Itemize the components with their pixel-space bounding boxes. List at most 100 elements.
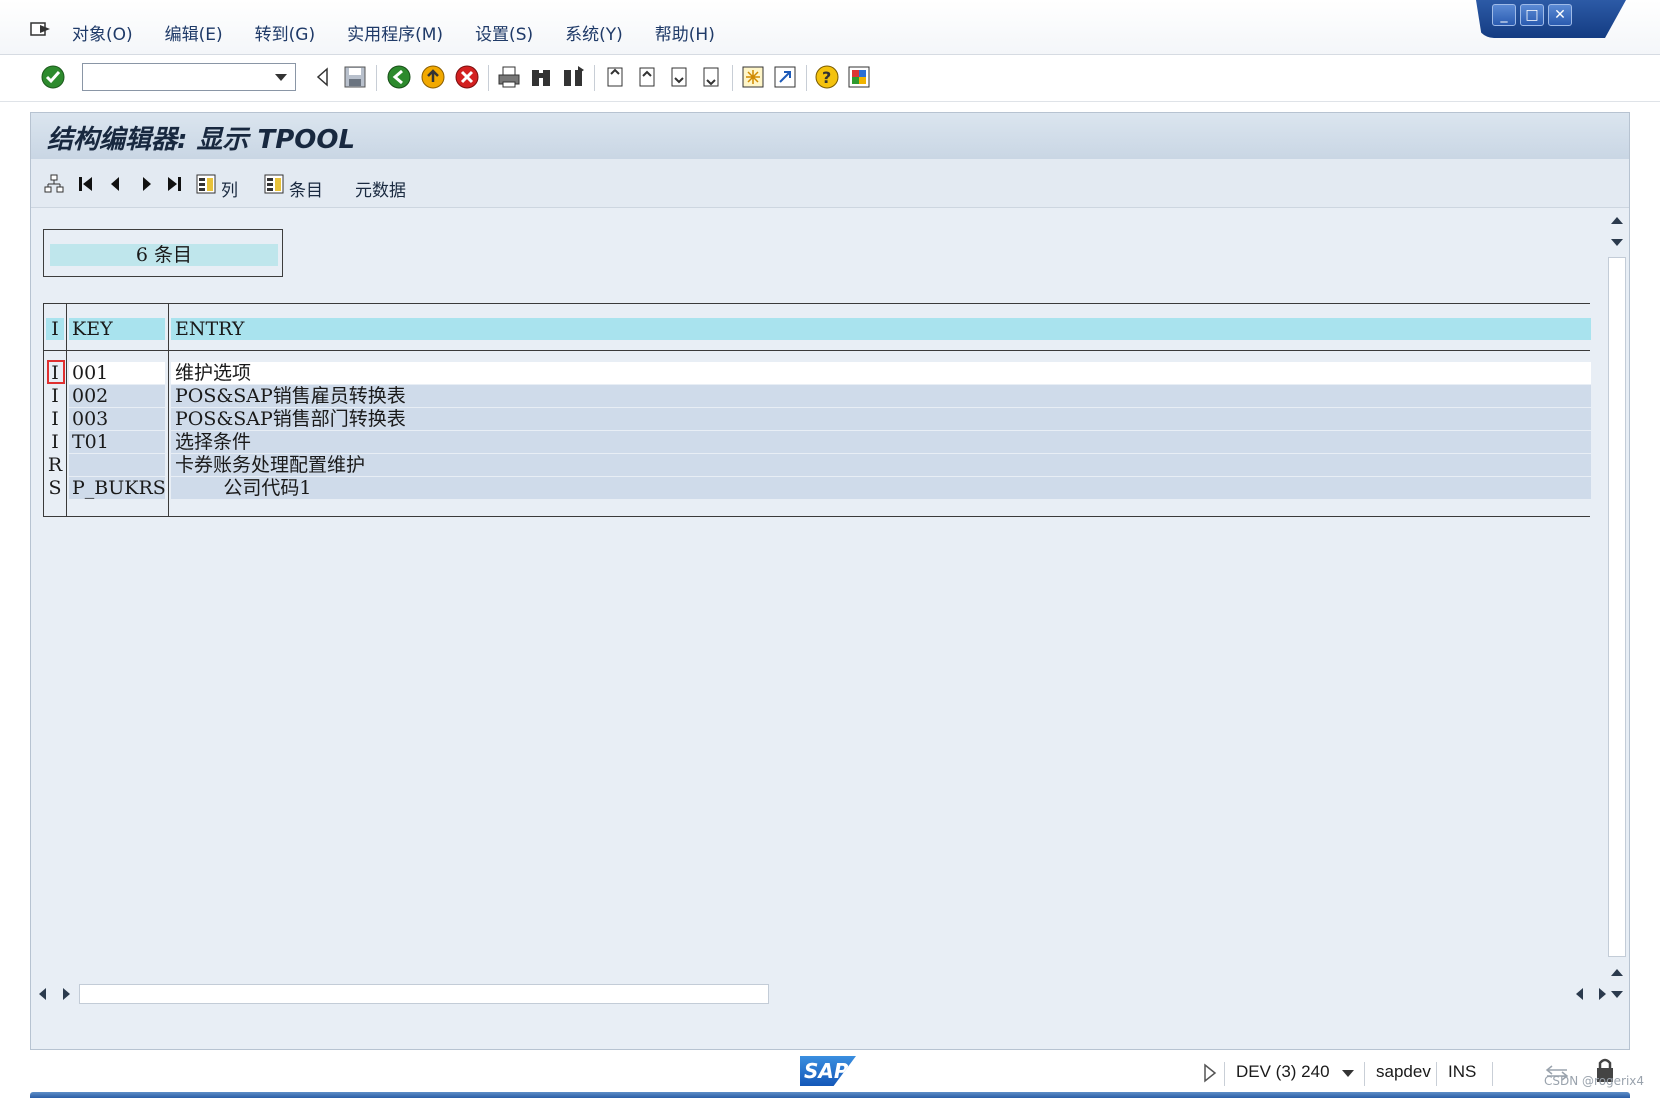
entry-count-box: 6 条目 <box>43 229 283 277</box>
row-entry[interactable]: POS&SAP销售雇员转换表 <box>171 385 1591 407</box>
collapse-left-icon[interactable] <box>310 64 336 90</box>
save-icon[interactable] <box>342 64 368 90</box>
menu-goto[interactable]: 转到(G) <box>255 20 315 45</box>
first-record-icon[interactable] <box>75 173 97 195</box>
row-entry[interactable]: 公司代码1 <box>171 477 1591 499</box>
previous-page-icon[interactable] <box>634 64 660 90</box>
window-controls: _ □ ✕ <box>1476 0 1626 38</box>
entries-icon[interactable] <box>263 173 285 195</box>
command-input[interactable] <box>87 65 271 91</box>
vertical-scroll-thumb[interactable] <box>1608 257 1626 957</box>
header-key[interactable]: KEY <box>69 318 165 340</box>
menu-utilities[interactable]: 实用程序(M) <box>347 20 443 45</box>
next-record-icon[interactable] <box>135 173 157 195</box>
find-icon[interactable] <box>528 64 554 90</box>
new-session-icon[interactable] <box>740 64 766 90</box>
status-separator <box>1436 1062 1437 1086</box>
metadata-button[interactable]: 元数据 <box>355 176 406 201</box>
menu-object[interactable]: 对象(O) <box>72 20 133 45</box>
cancel-icon[interactable] <box>454 64 480 90</box>
status-separator <box>1492 1062 1493 1086</box>
row-id[interactable]: I <box>46 431 64 453</box>
toolbar-separator <box>488 65 489 91</box>
menu-system[interactable]: 系统(Y) <box>565 20 623 45</box>
watermark: CSDN @rogerix4 <box>1544 1074 1645 1088</box>
page-left-icon[interactable] <box>1576 988 1583 1000</box>
status-expand-icon[interactable] <box>1202 1062 1218 1084</box>
hierarchy-icon[interactable] <box>43 173 65 195</box>
row-entry[interactable]: 选择条件 <box>171 431 1591 453</box>
entry-count: 6 条目 <box>50 244 278 266</box>
page-up-icon[interactable] <box>1611 969 1623 976</box>
header-entry[interactable]: ENTRY <box>171 318 1591 340</box>
back-icon[interactable] <box>386 64 412 90</box>
toolbar-separator <box>732 65 733 91</box>
row-id[interactable]: S <box>46 477 64 499</box>
sap-logo: SAP <box>800 1056 856 1086</box>
row-id[interactable]: R <box>46 454 64 476</box>
standard-toolbar: ? <box>0 55 1660 102</box>
status-separator <box>1364 1062 1365 1086</box>
last-record-icon[interactable] <box>163 173 185 195</box>
menu-options-icon[interactable] <box>30 20 52 38</box>
maximize-button[interactable]: □ <box>1520 4 1544 26</box>
row-key[interactable]: P_BUKRS <box>69 477 166 499</box>
chevron-down-icon[interactable] <box>275 74 287 81</box>
system-info[interactable]: DEV (3) 240 <box>1236 1062 1330 1082</box>
row-entry[interactable]: 维护选项 <box>171 362 1591 384</box>
menu-edit[interactable]: 编辑(E) <box>165 20 223 45</box>
scroll-left-icon[interactable] <box>39 988 46 1000</box>
create-shortcut-icon[interactable] <box>772 64 798 90</box>
row-key[interactable]: 002 <box>69 385 165 407</box>
customize-layout-icon[interactable] <box>846 64 872 90</box>
row-key[interactable] <box>69 454 165 476</box>
columns-button[interactable]: 列 <box>221 176 238 201</box>
row-entry[interactable]: 卡券账务处理配置维护 <box>171 454 1591 476</box>
insert-mode[interactable]: INS <box>1448 1062 1476 1082</box>
last-page-icon[interactable] <box>698 64 724 90</box>
row-id[interactable]: I <box>46 408 64 430</box>
page-down-icon[interactable] <box>1611 239 1623 246</box>
help-icon[interactable]: ? <box>814 64 840 90</box>
scroll-up-icon[interactable] <box>1611 217 1623 224</box>
previous-record-icon[interactable] <box>105 173 127 195</box>
menu-help[interactable]: 帮助(H) <box>655 20 715 45</box>
bottom-strip <box>30 1092 1630 1098</box>
chevron-down-icon[interactable] <box>1342 1070 1354 1077</box>
exit-icon[interactable] <box>420 64 446 90</box>
next-page-icon[interactable] <box>666 64 692 90</box>
page-right-icon[interactable] <box>1599 988 1606 1000</box>
vertical-scrollbar[interactable] <box>1606 209 1628 999</box>
scroll-right-icon[interactable] <box>63 988 70 1000</box>
header-id[interactable]: I <box>46 318 64 340</box>
server-name: sapdev <box>1376 1062 1431 1081</box>
command-field[interactable] <box>82 63 296 91</box>
columns-icon[interactable] <box>195 173 217 195</box>
close-window-button[interactable]: ✕ <box>1548 4 1572 26</box>
row-key[interactable]: 003 <box>69 408 165 430</box>
header-divider <box>44 350 1590 351</box>
page-title: 结构编辑器: 显示 TPOOL <box>47 125 356 155</box>
horizontal-scrollbar[interactable] <box>31 979 1628 1009</box>
column-divider <box>66 304 67 516</box>
enter-check-icon[interactable] <box>40 64 66 90</box>
toolbar-separator <box>376 65 377 91</box>
row-id[interactable]: I <box>46 362 64 384</box>
entries-table: I KEY ENTRY I 001 维护选项 I 002 POS&SAP销售雇员… <box>43 303 1591 517</box>
row-entry[interactable]: POS&SAP销售部门转换表 <box>171 408 1591 430</box>
first-page-icon[interactable] <box>602 64 628 90</box>
menu-bar: 对象(O) 编辑(E) 转到(G) 实用程序(M) 设置(S) 系统(Y) 帮助… <box>0 0 1660 55</box>
minimize-button[interactable]: _ <box>1492 4 1516 26</box>
horizontal-scroll-thumb[interactable] <box>79 984 769 1004</box>
toolbar-separator <box>806 65 807 91</box>
application-toolbar: 列 条目 元数据 <box>31 159 1629 208</box>
row-key[interactable]: T01 <box>69 431 165 453</box>
menu-settings[interactable]: 设置(S) <box>475 20 533 45</box>
entries-button[interactable]: 条目 <box>289 176 323 201</box>
toolbar-separator <box>594 65 595 91</box>
row-id[interactable]: I <box>46 385 64 407</box>
row-key[interactable]: 001 <box>69 362 165 384</box>
find-next-icon[interactable] <box>560 64 586 90</box>
status-separator <box>1224 1062 1225 1086</box>
print-icon[interactable] <box>496 64 522 90</box>
